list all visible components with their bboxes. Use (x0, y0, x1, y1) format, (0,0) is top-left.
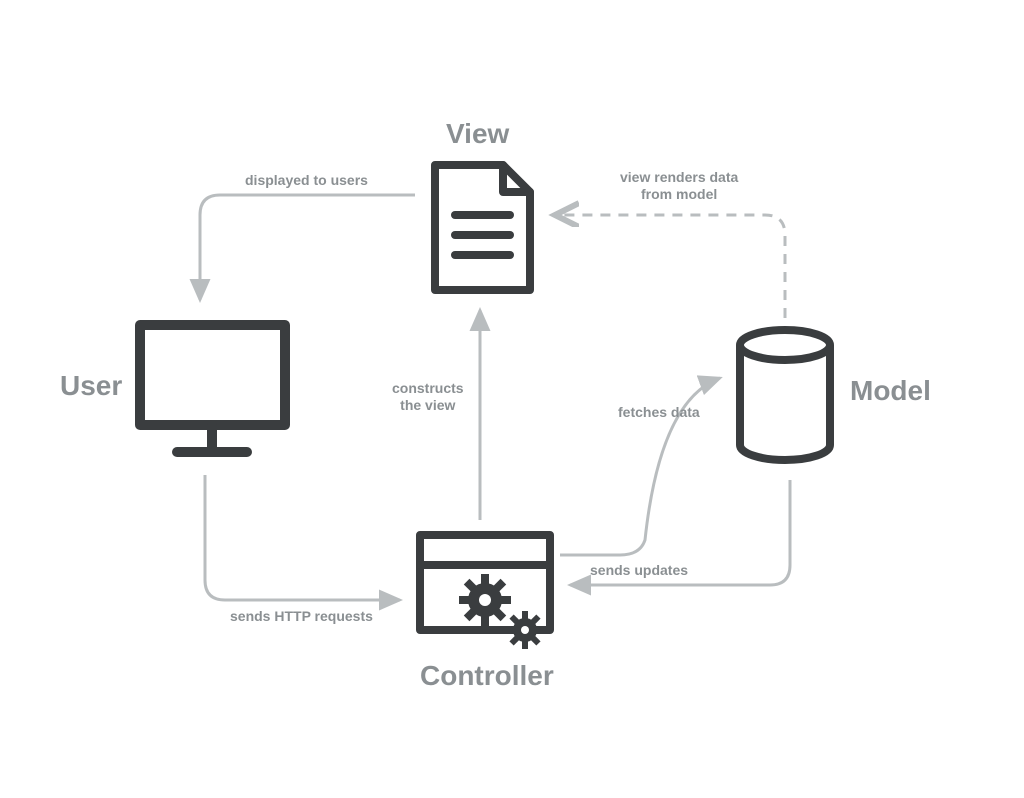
label-user-to-controller: sends HTTP requests (230, 608, 373, 625)
database-icon (740, 330, 830, 460)
model-title: Model (850, 375, 931, 407)
monitor-icon (140, 325, 285, 452)
user-title: User (60, 370, 122, 402)
arrow-model-to-view (555, 215, 785, 318)
mvc-diagram: View User Model Controller displayed to … (0, 0, 1024, 798)
label-model-to-controller: sends updates (590, 562, 688, 579)
document-icon (435, 165, 530, 290)
controller-title: Controller (420, 660, 554, 692)
controller-icon (420, 535, 550, 649)
label-controller-to-view: constructs the view (392, 380, 464, 414)
view-title: View (446, 118, 509, 150)
arrow-user-to-controller (205, 475, 400, 600)
arrow-view-to-user (200, 195, 415, 300)
label-controller-to-model: fetches data (618, 404, 700, 421)
label-model-to-view: view renders data from model (620, 169, 738, 203)
label-view-to-user: displayed to users (245, 172, 368, 189)
